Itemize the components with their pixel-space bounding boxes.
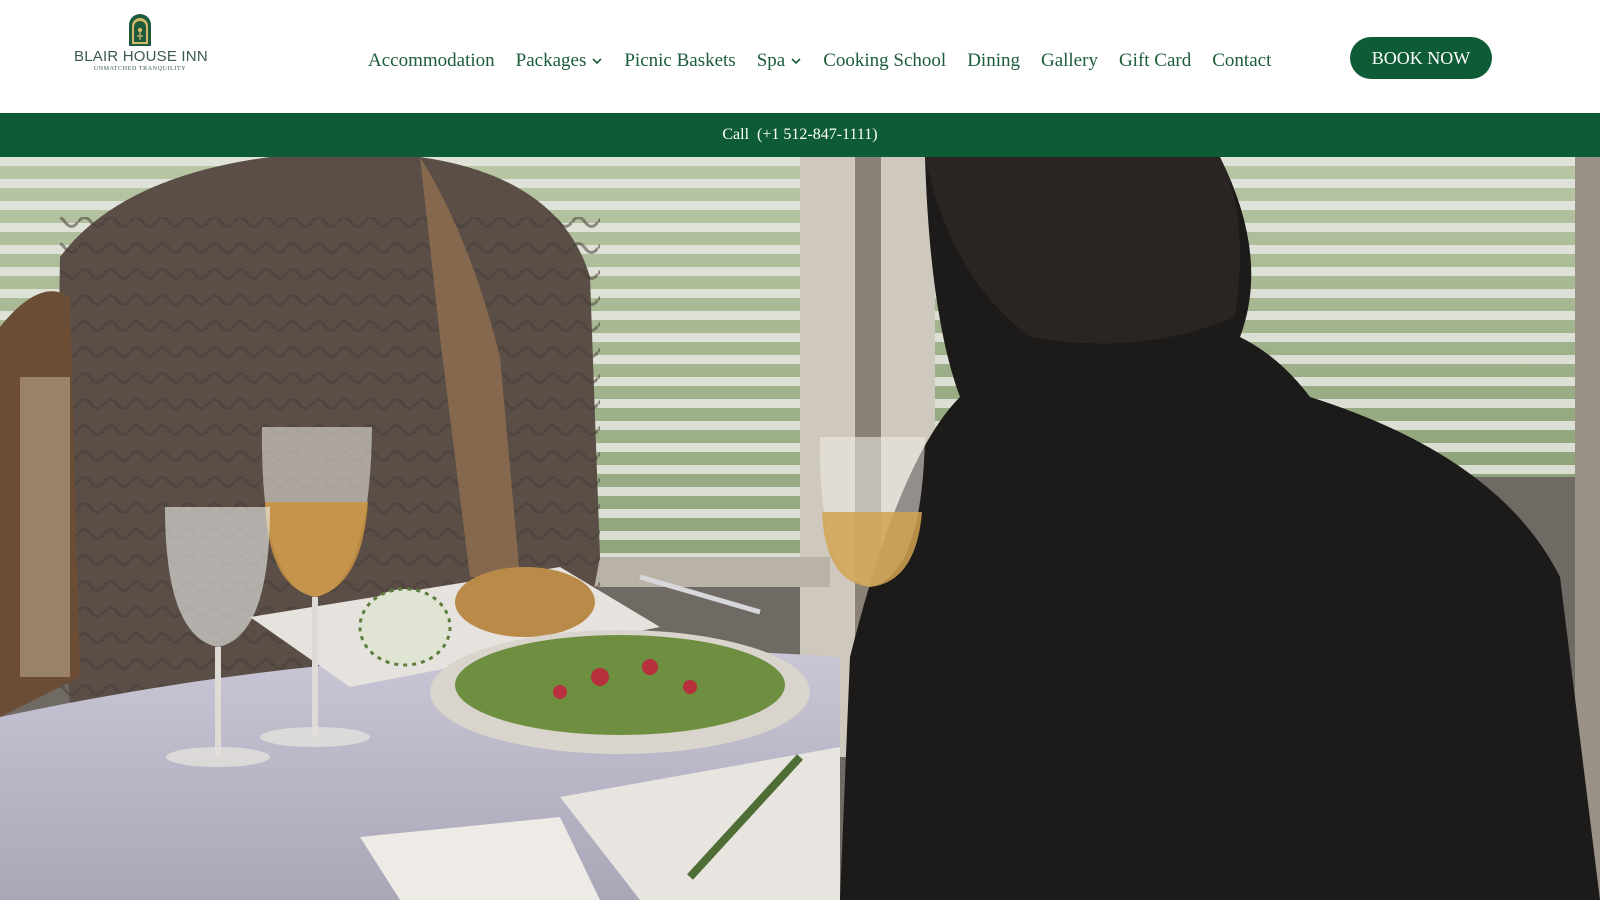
main-nav: Accommodation Packages Picnic Baskets Sp…	[368, 48, 1271, 74]
book-now-button[interactable]: BOOK NOW	[1350, 37, 1492, 79]
nav-item-label: Contact	[1212, 50, 1272, 71]
nav-item-packages[interactable]: Packages	[516, 50, 604, 72]
nav-item-cooking-school[interactable]: Cooking School	[823, 50, 946, 72]
nav-item-label: Dining	[967, 50, 1020, 71]
call-label: Call	[722, 126, 750, 143]
chevron-down-icon	[592, 58, 602, 65]
nav-item-label: Spa	[756, 50, 786, 71]
brand-name: BLAIR HOUSE INN	[74, 48, 208, 65]
brand-tagline: UNMATCHED TRANQUILITY	[93, 66, 187, 72]
hero-image	[0, 157, 1600, 900]
nav-item-gallery[interactable]: Gallery	[1041, 50, 1098, 72]
nav-item-label: Accommodation	[368, 50, 495, 71]
nav-item-label: Cooking School	[823, 50, 947, 71]
logo-arch-icon	[129, 14, 151, 46]
nav-item-label: Gift Card	[1118, 50, 1192, 71]
nav-item-accommodation[interactable]: Accommodation	[368, 50, 495, 72]
phone-number[interactable]: (+1 512-847-1111)	[757, 126, 878, 144]
nav-item-label: Picnic Baskets	[624, 50, 736, 71]
nav-item-contact[interactable]: Contact	[1212, 50, 1271, 72]
nav-item-dining[interactable]: Dining	[967, 50, 1020, 72]
brand-logo[interactable]: BLAIR HOUSE INN UNMATCHED TRANQUILITY	[74, 13, 208, 77]
nav-item-gift-card[interactable]: Gift Card	[1119, 50, 1191, 72]
nav-item-spa[interactable]: Spa	[757, 50, 803, 72]
site-header: BLAIR HOUSE INN UNMATCHED TRANQUILITY Ac…	[0, 0, 1600, 113]
hero-photo-illustration	[0, 157, 1600, 900]
call-bar[interactable]: Call (+1 512-847-1111)	[0, 113, 1600, 157]
nav-item-picnic-baskets[interactable]: Picnic Baskets	[624, 50, 735, 72]
nav-item-label: Packages	[515, 50, 587, 71]
chevron-down-icon	[791, 58, 801, 65]
nav-item-label: Gallery	[1040, 50, 1098, 71]
